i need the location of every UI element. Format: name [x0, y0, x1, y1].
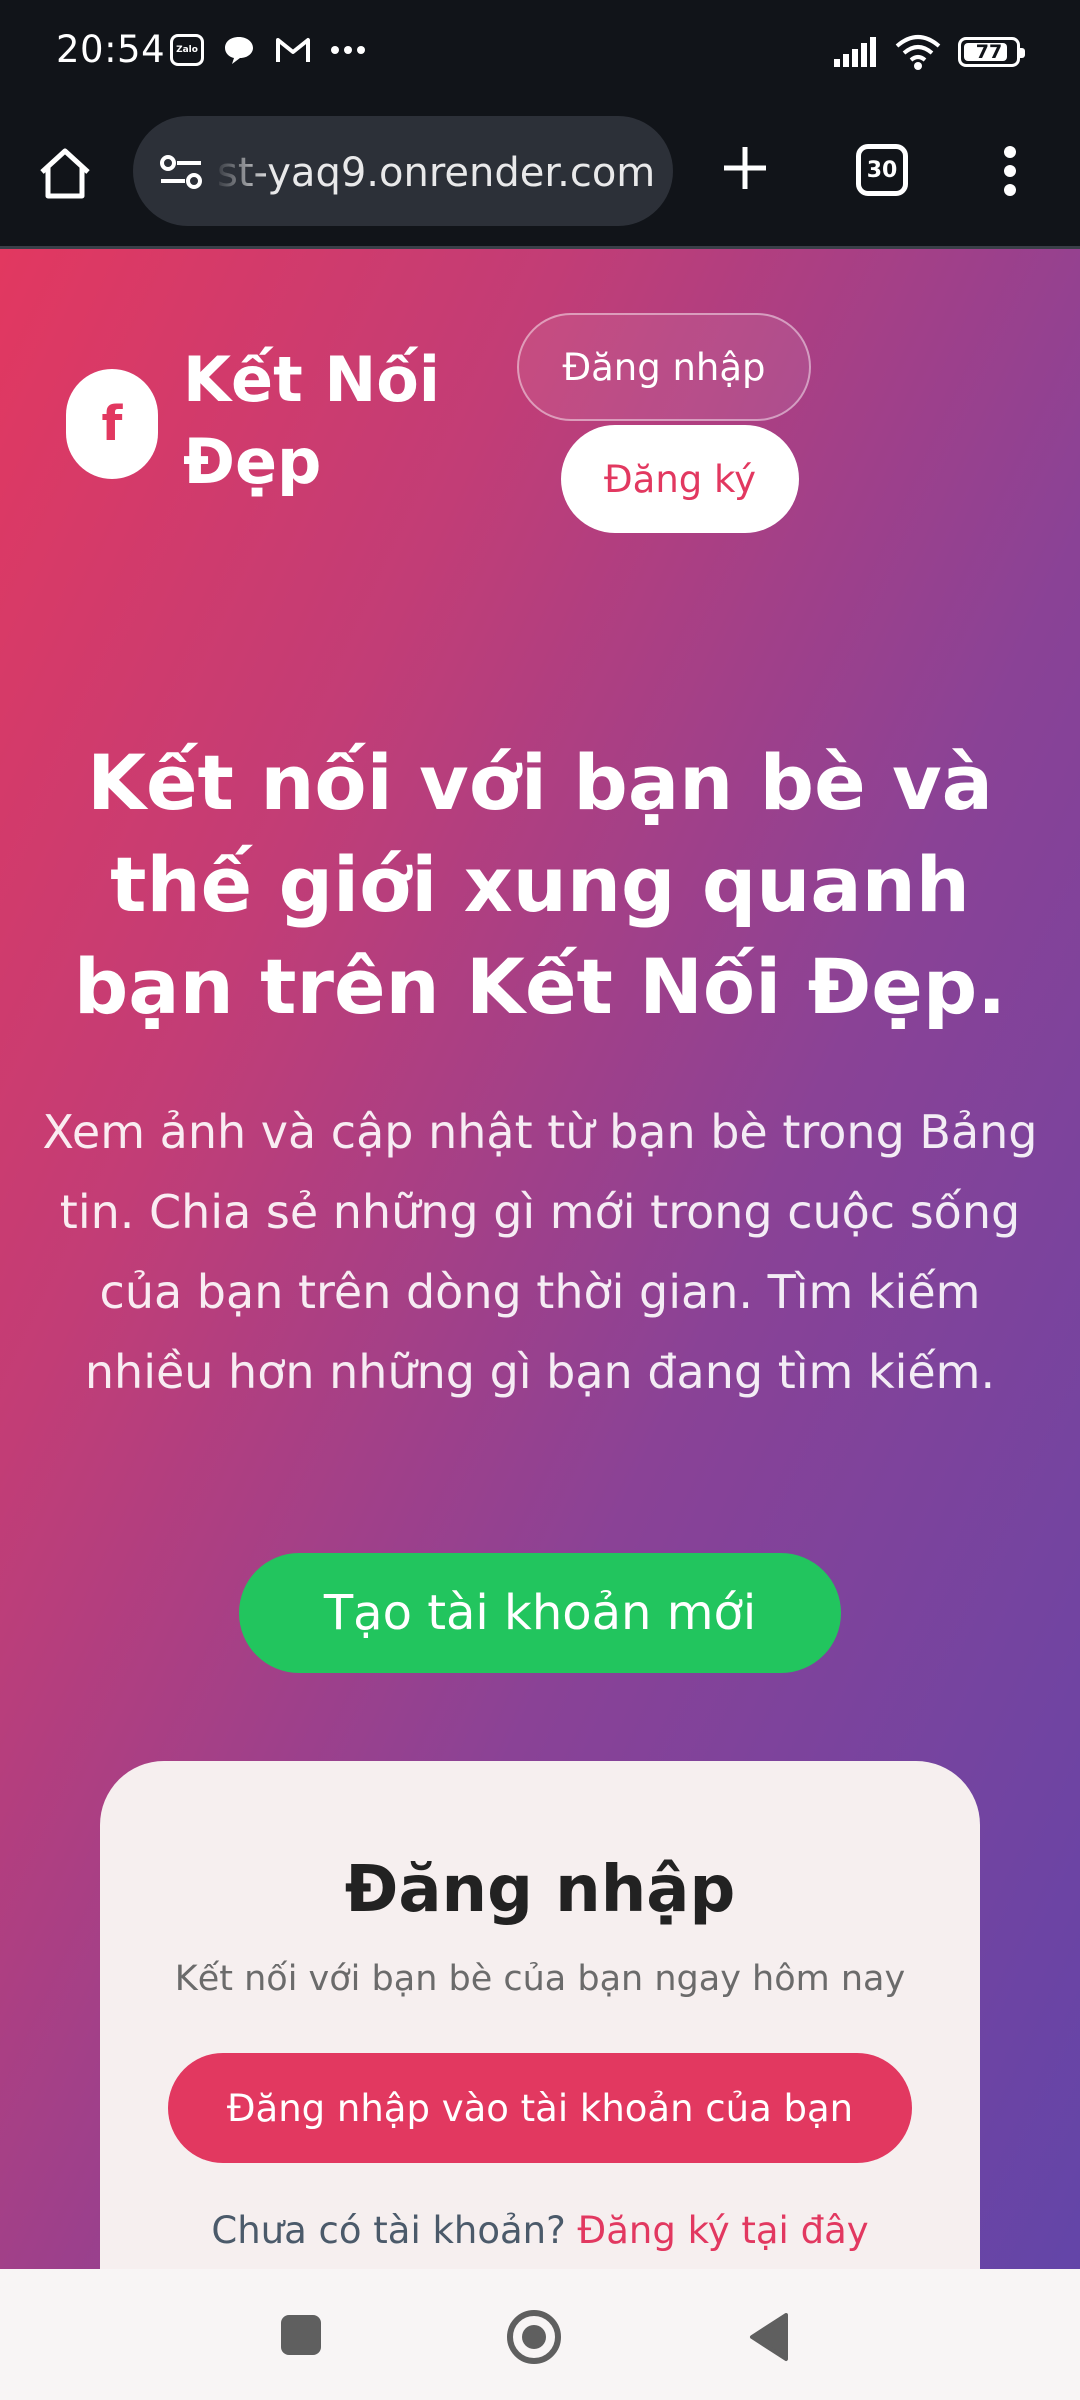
status-time: 20:54: [56, 28, 166, 71]
web-page: f Kết Nối Đẹp Đăng nhập Đăng ký Kết nối …: [0, 249, 1080, 2269]
logo-letter: f: [101, 396, 123, 452]
status-bar: 20:54 Zalo 77: [0, 0, 1080, 108]
recents-button[interactable]: [281, 2315, 321, 2355]
battery-icon: 77: [958, 37, 1025, 67]
address-bar[interactable]: st-yaq9.onrender.com: [133, 116, 673, 226]
home-icon: [40, 148, 90, 199]
home-circle-icon: [507, 2310, 561, 2364]
tune-icon: [160, 155, 202, 189]
tab-switcher-button[interactable]: 30: [856, 144, 908, 196]
hero-subtitle: Xem ảnh và cập nhật từ bạn bè trong Bảng…: [42, 1105, 1038, 1399]
chat-bubble-icon: [225, 37, 253, 64]
more-notifications-icon: [331, 46, 365, 54]
status-app-icons: Zalo: [170, 34, 366, 66]
site-logo[interactable]: f: [66, 369, 158, 479]
wifi-icon: [895, 35, 941, 70]
login-card: Đăng nhập Kết nối với bạn bè của bạn nga…: [100, 1761, 980, 2269]
battery-nub: [1020, 48, 1025, 58]
signal-icon: [834, 37, 876, 67]
browser-toolbar: st-yaq9.onrender.com 30: [0, 108, 1080, 248]
url-fade: [213, 116, 273, 226]
login-card-footer: Chưa có tài khoản? Đăng ký tại đây: [100, 2209, 980, 2252]
system-home-button[interactable]: [506, 2309, 562, 2365]
menu-button[interactable]: [990, 136, 1030, 206]
back-triangle-icon: [750, 2313, 788, 2361]
zalo-label: Zalo: [176, 45, 198, 55]
home-button[interactable]: [30, 138, 100, 208]
header-register-button[interactable]: Đăng ký: [561, 425, 799, 533]
register-here-link[interactable]: Đăng ký tại đây: [578, 2209, 869, 2252]
login-account-button[interactable]: Đăng nhập vào tài khoản của bạn: [168, 2053, 912, 2163]
zalo-icon: Zalo: [170, 34, 204, 66]
status-indicators: 77: [832, 34, 1025, 70]
brand-name[interactable]: Kết Nối Đẹp: [183, 339, 483, 503]
new-tab-button[interactable]: [710, 133, 780, 203]
tab-count: 30: [866, 157, 898, 183]
plus-icon: [724, 147, 766, 189]
login-card-title: Đăng nhập: [344, 1853, 736, 1927]
battery-percent: 77: [975, 41, 1003, 63]
site-settings-button[interactable]: [153, 144, 209, 200]
gmail-icon: [276, 38, 310, 62]
login-card-subtitle: Kết nối với bạn bè của bạn ngay hôm nay: [174, 1959, 906, 1999]
hero-title: Kết nối với bạn bè và thế giới xung quan…: [73, 738, 1007, 1031]
header-login-button[interactable]: Đăng nhập: [517, 313, 811, 421]
back-button[interactable]: [746, 2311, 792, 2363]
url-text[interactable]: st-yaq9.onrender.com: [217, 150, 655, 196]
no-account-text: Chưa có tài khoản?: [211, 2209, 566, 2252]
system-nav-bar: [0, 2269, 1080, 2400]
more-vert-icon: [1004, 146, 1016, 196]
create-account-button[interactable]: Tạo tài khoản mới: [239, 1553, 841, 1673]
